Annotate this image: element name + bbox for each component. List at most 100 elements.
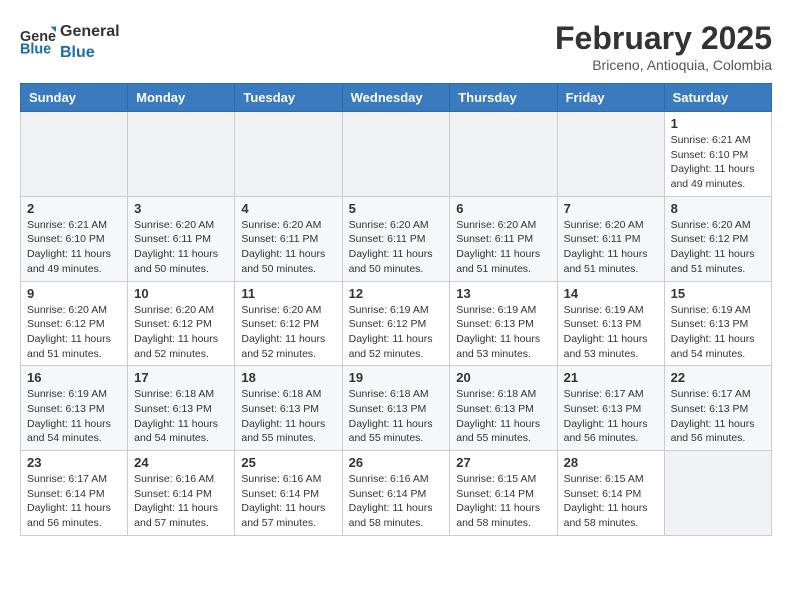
day-number: 25 bbox=[241, 455, 335, 470]
day-info: Sunrise: 6:19 AM Sunset: 6:13 PM Dayligh… bbox=[671, 303, 765, 362]
day-info: Sunrise: 6:17 AM Sunset: 6:13 PM Dayligh… bbox=[671, 387, 765, 446]
day-number: 1 bbox=[671, 116, 765, 131]
calendar-cell: 13 Sunrise: 6:19 AM Sunset: 6:13 PM Dayli… bbox=[450, 281, 557, 366]
day-number: 28 bbox=[564, 455, 658, 470]
day-info: Sunrise: 6:20 AM Sunset: 6:11 PM Dayligh… bbox=[349, 218, 444, 277]
calendar-cell: 20 Sunrise: 6:18 AM Sunset: 6:13 PM Dayli… bbox=[450, 366, 557, 451]
day-number: 11 bbox=[241, 286, 335, 301]
calendar-cell: 21Sunrise: 6:17 AM Sunset: 6:13 PM Dayli… bbox=[557, 366, 664, 451]
day-info: Sunrise: 6:20 AM Sunset: 6:12 PM Dayligh… bbox=[241, 303, 335, 362]
day-info: Sunrise: 6:20 AM Sunset: 6:11 PM Dayligh… bbox=[241, 218, 335, 277]
day-number: 6 bbox=[456, 201, 550, 216]
day-number: 14 bbox=[564, 286, 658, 301]
calendar-cell: 23 Sunrise: 6:17 AM Sunset: 6:14 PM Dayli… bbox=[21, 451, 128, 536]
calendar-cell: 11 Sunrise: 6:20 AM Sunset: 6:12 PM Dayli… bbox=[235, 281, 342, 366]
calendar-cell: 16 Sunrise: 6:19 AM Sunset: 6:13 PM Dayli… bbox=[21, 366, 128, 451]
calendar-cell bbox=[235, 112, 342, 197]
location-subtitle: Briceno, Antioquia, Colombia bbox=[555, 57, 772, 73]
day-info: Sunrise: 6:18 AM Sunset: 6:13 PM Dayligh… bbox=[456, 387, 550, 446]
day-info: Sunrise: 6:17 AM Sunset: 6:14 PM Dayligh… bbox=[27, 472, 121, 531]
day-info: Sunrise: 6:15 AM Sunset: 6:14 PM Dayligh… bbox=[456, 472, 550, 531]
day-info: Sunrise: 6:19 AM Sunset: 6:13 PM Dayligh… bbox=[27, 387, 121, 446]
day-number: 3 bbox=[134, 201, 228, 216]
day-number: 4 bbox=[241, 201, 335, 216]
calendar-cell: 5 Sunrise: 6:20 AM Sunset: 6:11 PM Daylig… bbox=[342, 196, 450, 281]
logo: General Blue General Blue bbox=[20, 20, 120, 62]
day-info: Sunrise: 6:17 AM Sunset: 6:13 PM Dayligh… bbox=[564, 387, 658, 446]
day-number: 7 bbox=[564, 201, 658, 216]
calendar-cell: 14 Sunrise: 6:19 AM Sunset: 6:13 PM Dayli… bbox=[557, 281, 664, 366]
day-number: 26 bbox=[349, 455, 444, 470]
day-number: 9 bbox=[27, 286, 121, 301]
calendar-cell: 10Sunrise: 6:20 AM Sunset: 6:12 PM Dayli… bbox=[128, 281, 235, 366]
day-info: Sunrise: 6:19 AM Sunset: 6:12 PM Dayligh… bbox=[349, 303, 444, 362]
calendar-week-row: 23 Sunrise: 6:17 AM Sunset: 6:14 PM Dayli… bbox=[21, 451, 772, 536]
calendar-cell: 9 Sunrise: 6:20 AM Sunset: 6:12 PM Daylig… bbox=[21, 281, 128, 366]
day-number: 19 bbox=[349, 370, 444, 385]
day-number: 18 bbox=[241, 370, 335, 385]
day-info: Sunrise: 6:21 AM Sunset: 6:10 PM Dayligh… bbox=[27, 218, 121, 277]
calendar-cell: 6Sunrise: 6:20 AM Sunset: 6:11 PM Daylig… bbox=[450, 196, 557, 281]
day-number: 2 bbox=[27, 201, 121, 216]
calendar-week-row: 9 Sunrise: 6:20 AM Sunset: 6:12 PM Daylig… bbox=[21, 281, 772, 366]
day-info: Sunrise: 6:20 AM Sunset: 6:12 PM Dayligh… bbox=[27, 303, 121, 362]
calendar-cell: 28 Sunrise: 6:15 AM Sunset: 6:14 PM Dayli… bbox=[557, 451, 664, 536]
calendar-cell: 24 Sunrise: 6:16 AM Sunset: 6:14 PM Dayli… bbox=[128, 451, 235, 536]
calendar-cell bbox=[557, 112, 664, 197]
day-info: Sunrise: 6:21 AM Sunset: 6:10 PM Dayligh… bbox=[671, 133, 765, 192]
calendar-cell: 3 Sunrise: 6:20 AM Sunset: 6:11 PM Daylig… bbox=[128, 196, 235, 281]
day-info: Sunrise: 6:15 AM Sunset: 6:14 PM Dayligh… bbox=[564, 472, 658, 531]
calendar-cell bbox=[664, 451, 771, 536]
weekday-header-thursday: Thursday bbox=[450, 84, 557, 112]
calendar-cell: 19Sunrise: 6:18 AM Sunset: 6:13 PM Dayli… bbox=[342, 366, 450, 451]
logo-icon: General Blue bbox=[20, 23, 56, 59]
day-number: 5 bbox=[349, 201, 444, 216]
calendar-cell: 18 Sunrise: 6:18 AM Sunset: 6:13 PM Dayli… bbox=[235, 366, 342, 451]
day-info: Sunrise: 6:20 AM Sunset: 6:12 PM Dayligh… bbox=[134, 303, 228, 362]
calendar-cell bbox=[128, 112, 235, 197]
day-number: 27 bbox=[456, 455, 550, 470]
calendar-cell: 8Sunrise: 6:20 AM Sunset: 6:12 PM Daylig… bbox=[664, 196, 771, 281]
calendar-cell: 26Sunrise: 6:16 AM Sunset: 6:14 PM Dayli… bbox=[342, 451, 450, 536]
day-info: Sunrise: 6:20 AM Sunset: 6:11 PM Dayligh… bbox=[564, 218, 658, 277]
calendar-cell: 1 Sunrise: 6:21 AM Sunset: 6:10 PM Daylig… bbox=[664, 112, 771, 197]
weekday-header-monday: Monday bbox=[128, 84, 235, 112]
calendar-cell: 17 Sunrise: 6:18 AM Sunset: 6:13 PM Dayli… bbox=[128, 366, 235, 451]
day-number: 24 bbox=[134, 455, 228, 470]
calendar-week-row: 16 Sunrise: 6:19 AM Sunset: 6:13 PM Dayli… bbox=[21, 366, 772, 451]
day-info: Sunrise: 6:19 AM Sunset: 6:13 PM Dayligh… bbox=[456, 303, 550, 362]
day-info: Sunrise: 6:18 AM Sunset: 6:13 PM Dayligh… bbox=[241, 387, 335, 446]
calendar-cell: 25 Sunrise: 6:16 AM Sunset: 6:14 PM Dayli… bbox=[235, 451, 342, 536]
month-year-title: February 2025 bbox=[555, 20, 772, 57]
calendar-cell: 22 Sunrise: 6:17 AM Sunset: 6:13 PM Dayli… bbox=[664, 366, 771, 451]
calendar-cell bbox=[342, 112, 450, 197]
day-info: Sunrise: 6:20 AM Sunset: 6:11 PM Dayligh… bbox=[134, 218, 228, 277]
day-info: Sunrise: 6:19 AM Sunset: 6:13 PM Dayligh… bbox=[564, 303, 658, 362]
day-info: Sunrise: 6:16 AM Sunset: 6:14 PM Dayligh… bbox=[241, 472, 335, 531]
page-header: General Blue General Blue February 2025 … bbox=[20, 20, 772, 73]
logo-blue-text: Blue bbox=[60, 44, 95, 61]
weekday-header-sunday: Sunday bbox=[21, 84, 128, 112]
weekday-header-tuesday: Tuesday bbox=[235, 84, 342, 112]
calendar-cell: 7 Sunrise: 6:20 AM Sunset: 6:11 PM Daylig… bbox=[557, 196, 664, 281]
day-info: Sunrise: 6:18 AM Sunset: 6:13 PM Dayligh… bbox=[134, 387, 228, 446]
calendar-cell: 15 Sunrise: 6:19 AM Sunset: 6:13 PM Dayli… bbox=[664, 281, 771, 366]
title-block: February 2025 Briceno, Antioquia, Colomb… bbox=[555, 20, 772, 73]
day-number: 22 bbox=[671, 370, 765, 385]
day-number: 15 bbox=[671, 286, 765, 301]
weekday-header-wednesday: Wednesday bbox=[342, 84, 450, 112]
calendar-cell: 4 Sunrise: 6:20 AM Sunset: 6:11 PM Daylig… bbox=[235, 196, 342, 281]
day-number: 16 bbox=[27, 370, 121, 385]
calendar-cell bbox=[21, 112, 128, 197]
day-number: 23 bbox=[27, 455, 121, 470]
day-number: 12 bbox=[349, 286, 444, 301]
day-info: Sunrise: 6:16 AM Sunset: 6:14 PM Dayligh… bbox=[134, 472, 228, 531]
calendar-cell: 12 Sunrise: 6:19 AM Sunset: 6:12 PM Dayli… bbox=[342, 281, 450, 366]
weekday-header-saturday: Saturday bbox=[664, 84, 771, 112]
day-number: 13 bbox=[456, 286, 550, 301]
svg-text:Blue: Blue bbox=[20, 42, 51, 58]
day-number: 17 bbox=[134, 370, 228, 385]
calendar-cell: 2 Sunrise: 6:21 AM Sunset: 6:10 PM Daylig… bbox=[21, 196, 128, 281]
calendar-cell bbox=[450, 112, 557, 197]
day-number: 20 bbox=[456, 370, 550, 385]
